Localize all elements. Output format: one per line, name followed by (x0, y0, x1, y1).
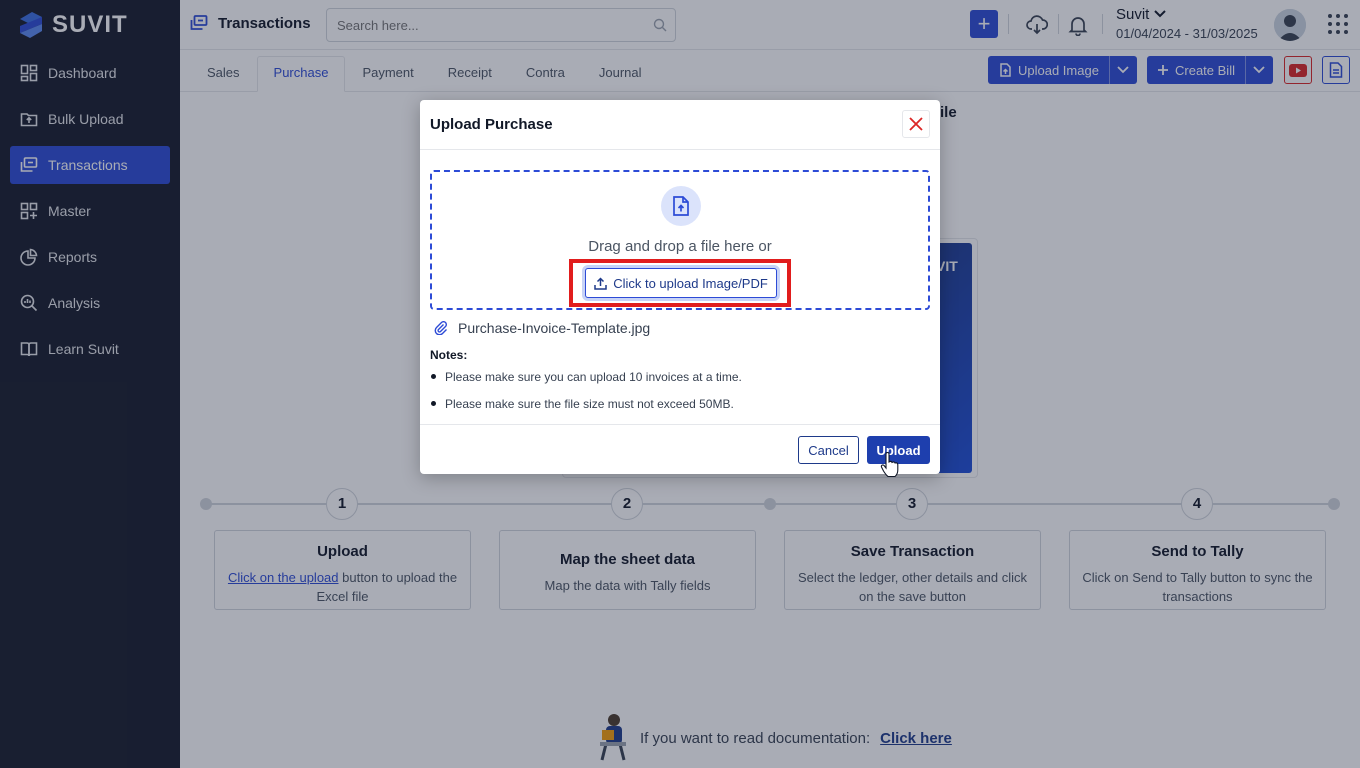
upload-purchase-modal: Upload Purchase Drag and drop a file her… (420, 100, 940, 474)
upload-image-pdf-button[interactable]: Click to upload Image/PDF (585, 268, 777, 298)
cancel-button[interactable]: Cancel (798, 436, 859, 464)
close-button[interactable] (902, 110, 930, 138)
modal-title: Upload Purchase (430, 116, 553, 133)
notes-list: Please make sure you can upload 10 invoi… (430, 366, 930, 420)
paperclip-icon (434, 321, 448, 335)
modal-header: Upload Purchase (420, 100, 940, 150)
upload-image-pdf-label: Click to upload Image/PDF (613, 275, 768, 291)
file-upload-icon (661, 186, 701, 226)
selected-file: Purchase-Invoice-Template.jpg (434, 320, 650, 336)
note-item: Please make sure you can upload 10 invoi… (430, 366, 930, 393)
file-dropzone[interactable]: Drag and drop a file here or Click to up… (430, 170, 930, 310)
close-icon (909, 117, 923, 131)
upload-icon (594, 276, 607, 290)
modal-footer: Cancel Upload (420, 424, 940, 474)
file-name: Purchase-Invoice-Template.jpg (458, 320, 651, 336)
dropzone-text: Drag and drop a file here or (588, 238, 772, 255)
notes-heading: Notes: (430, 348, 468, 362)
note-item: Please make sure the file size must not … (430, 393, 930, 420)
hand-cursor-icon (880, 452, 899, 478)
